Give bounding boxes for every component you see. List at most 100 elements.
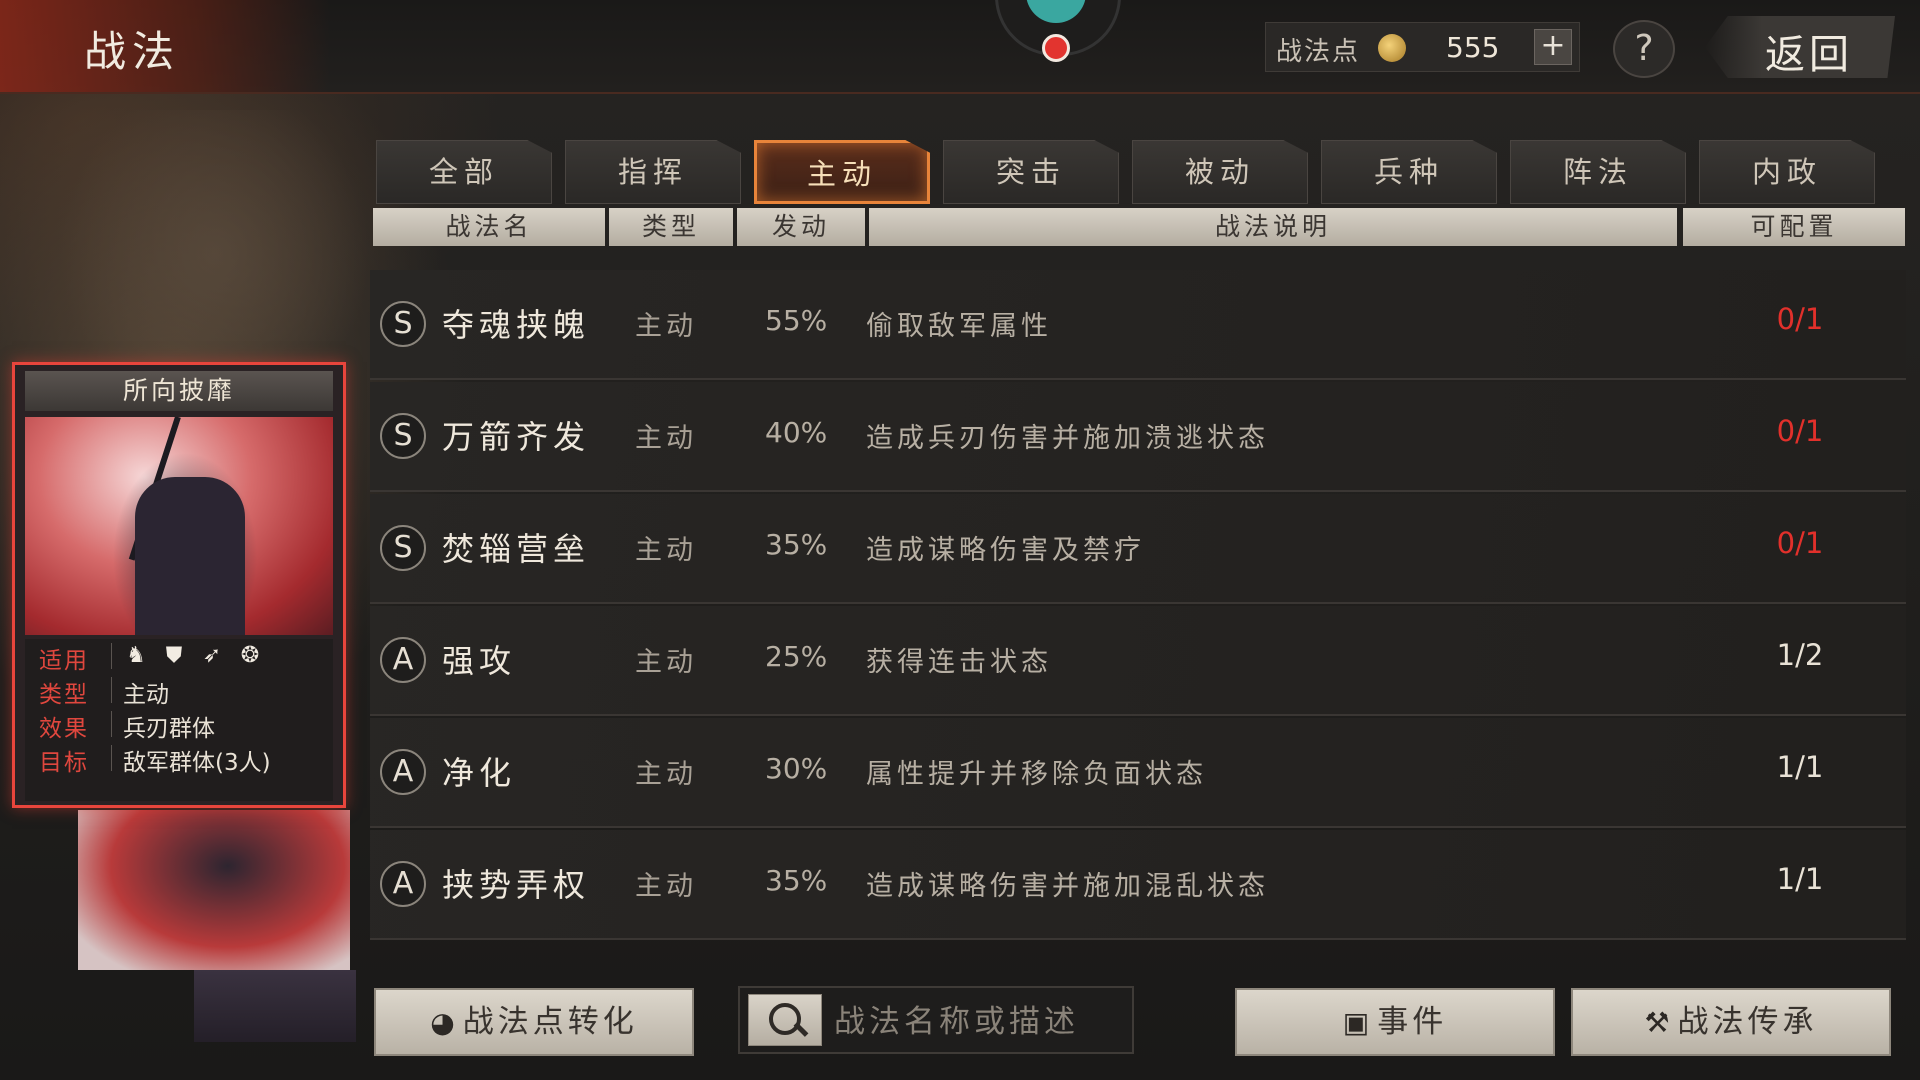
card-applicable-label: 适用	[39, 648, 89, 674]
skill-trigger-rate: 25%	[765, 640, 828, 673]
skill-points-box: 战法点 555 +	[1265, 22, 1580, 72]
skill-description: 偷取敌军属性	[866, 311, 1052, 342]
skill-row[interactable]: S 万箭齐发 主动 40% 造成兵刃伤害并施加溃逃状态 0/1	[370, 382, 1906, 492]
column-header-name[interactable]: 战法名	[373, 208, 605, 246]
tab-internal-affairs[interactable]: 内政	[1699, 140, 1875, 204]
skill-slots: 0/1	[1776, 302, 1824, 336]
column-header-rate[interactable]: 发动	[737, 208, 865, 246]
tab-formation[interactable]: 阵法	[1510, 140, 1686, 204]
search-lens	[769, 1003, 801, 1035]
tab-active[interactable]: 主动	[754, 140, 930, 204]
grade-badge: S	[380, 301, 426, 347]
skill-list: S 夺魂挟魄 主动 55% 偷取敌军属性 0/1 S 万箭齐发 主动 40% 造…	[370, 270, 1906, 950]
divider	[111, 643, 112, 669]
skill-row[interactable]: A 挟势弄权 主动 35% 造成谋略伤害并施加混乱状态 1/1	[370, 830, 1906, 940]
card-effect-row: 效果 兵刃群体	[25, 707, 333, 742]
card-info-panel: 适用 ♞ ⛊ ➶ ❂ 类型 主动 效果 兵刃群体 目标 敌军群体(3人)	[25, 639, 333, 801]
skill-description: 造成兵刃伤害并施加溃逃状态	[866, 423, 1269, 454]
skill-type: 主动	[635, 871, 697, 902]
search-icon[interactable]	[748, 994, 822, 1046]
card-effect-value: 兵刃群体	[123, 716, 215, 742]
tab-command[interactable]: 指挥	[565, 140, 741, 204]
skill-type: 主动	[635, 311, 697, 342]
skill-description: 造成谋略伤害并施加混乱状态	[866, 871, 1269, 902]
card-art-lower	[78, 810, 350, 970]
skill-row[interactable]: A 强攻 主动 25% 获得连击状态 1/2	[370, 606, 1906, 716]
card-target-value: 敌军群体(3人)	[123, 750, 271, 776]
divider	[111, 711, 112, 737]
skill-name: 万箭齐发	[442, 418, 591, 456]
skill-description: 获得连击状态	[866, 647, 1052, 678]
top-bar: 战法 战法点 555 + ? 返回	[0, 0, 1920, 94]
grade-badge: S	[380, 525, 426, 571]
selected-skill-card[interactable]: 所向披靡 适用 ♞ ⛊ ➶ ❂ 类型 主动 效果 兵刃群体 目标 敌军群体(3人…	[12, 362, 346, 808]
skill-inherit-button[interactable]: ⚒ 战法传承	[1571, 988, 1891, 1056]
card-art-warrior	[135, 477, 245, 635]
skill-row[interactable]: A 净化 主动 30% 属性提升并移除负面状态 1/1	[370, 718, 1906, 828]
skill-row[interactable]: S 焚辎营垒 主动 35% 造成谋略伤害及禁疗 0/1	[370, 494, 1906, 604]
grade-badge: S	[380, 413, 426, 459]
skill-points-label: 战法点	[1276, 37, 1361, 67]
events-button[interactable]: ▣ 事件	[1235, 988, 1555, 1056]
card-skill-name: 所向披靡	[25, 371, 333, 411]
skill-name: 净化	[442, 754, 517, 792]
back-button[interactable]: 返回	[1705, 16, 1895, 78]
events-label: 事件	[1377, 1004, 1448, 1040]
add-points-button[interactable]: +	[1534, 29, 1572, 65]
column-header-slots[interactable]: 可配置	[1683, 208, 1905, 246]
skill-inherit-label: 战法传承	[1677, 1004, 1818, 1040]
card-applicable-row: 适用 ♞ ⛊ ➶ ❂	[25, 639, 333, 674]
bow-icon: ➶	[202, 643, 222, 668]
skill-type: 主动	[635, 423, 697, 454]
column-header-type[interactable]: 类型	[609, 208, 733, 246]
convert-points-label: 战法点转化	[462, 1004, 638, 1040]
card-type-value: 主动	[123, 682, 169, 708]
category-tabs: 全部 指挥 主动 突击 被动 兵种 阵法 内政	[376, 140, 1876, 204]
skill-row[interactable]: S 夺魂挟魄 主动 55% 偷取敌军属性 0/1	[370, 270, 1906, 380]
card-type-label: 类型	[39, 682, 89, 708]
page-title: 战法	[84, 27, 181, 76]
divider	[111, 677, 112, 703]
skill-slots: 0/1	[1776, 526, 1824, 560]
tab-all[interactable]: 全部	[376, 140, 552, 204]
tab-assault[interactable]: 突击	[943, 140, 1119, 204]
skill-point-coin-icon	[1378, 34, 1406, 62]
skill-type: 主动	[635, 535, 697, 566]
skill-type: 主动	[635, 647, 697, 678]
card-target-row: 目标 敌军群体(3人)	[25, 741, 333, 776]
chariot-wheel-icon: ❂	[240, 643, 260, 668]
notification-dot	[1042, 34, 1070, 62]
divider	[111, 745, 112, 771]
grade-badge: A	[380, 861, 426, 907]
event-book-icon: ▣	[1342, 1006, 1374, 1039]
back-button-label: 返回	[1765, 32, 1853, 78]
skill-slots: 1/2	[1776, 638, 1824, 672]
skill-slots: 1/1	[1776, 862, 1824, 896]
skill-name: 挟势弄权	[442, 866, 591, 904]
skill-name: 焚辎营垒	[442, 530, 591, 568]
skill-description: 造成谋略伤害及禁疗	[866, 535, 1145, 566]
card-effect-label: 效果	[39, 716, 89, 742]
skill-points-value: 555	[1446, 31, 1500, 64]
card-art-lower-2	[194, 970, 356, 1042]
tab-troop[interactable]: 兵种	[1321, 140, 1497, 204]
skill-slots: 1/1	[1776, 750, 1824, 784]
skill-type: 主动	[635, 759, 697, 790]
search-input[interactable]	[832, 998, 1126, 1046]
tab-passive[interactable]: 被动	[1132, 140, 1308, 204]
hammer-icon: ⚒	[1644, 1006, 1674, 1039]
card-target-label: 目标	[39, 750, 89, 776]
skill-name: 强攻	[442, 642, 517, 680]
skill-slots: 0/1	[1776, 414, 1824, 448]
help-button[interactable]: ?	[1613, 20, 1675, 78]
convert-points-button[interactable]: ◕ 战法点转化	[374, 988, 694, 1056]
grade-badge: A	[380, 749, 426, 795]
column-header-description: 战法说明	[869, 208, 1677, 246]
mascot-face	[1026, 0, 1086, 23]
shield-icon: ⛊	[165, 643, 183, 668]
skill-trigger-rate: 35%	[765, 528, 828, 561]
skill-description: 属性提升并移除负面状态	[866, 759, 1207, 790]
card-type-row: 类型 主动	[25, 673, 333, 708]
skill-name: 夺魂挟魄	[442, 306, 591, 344]
search-box	[738, 986, 1134, 1054]
